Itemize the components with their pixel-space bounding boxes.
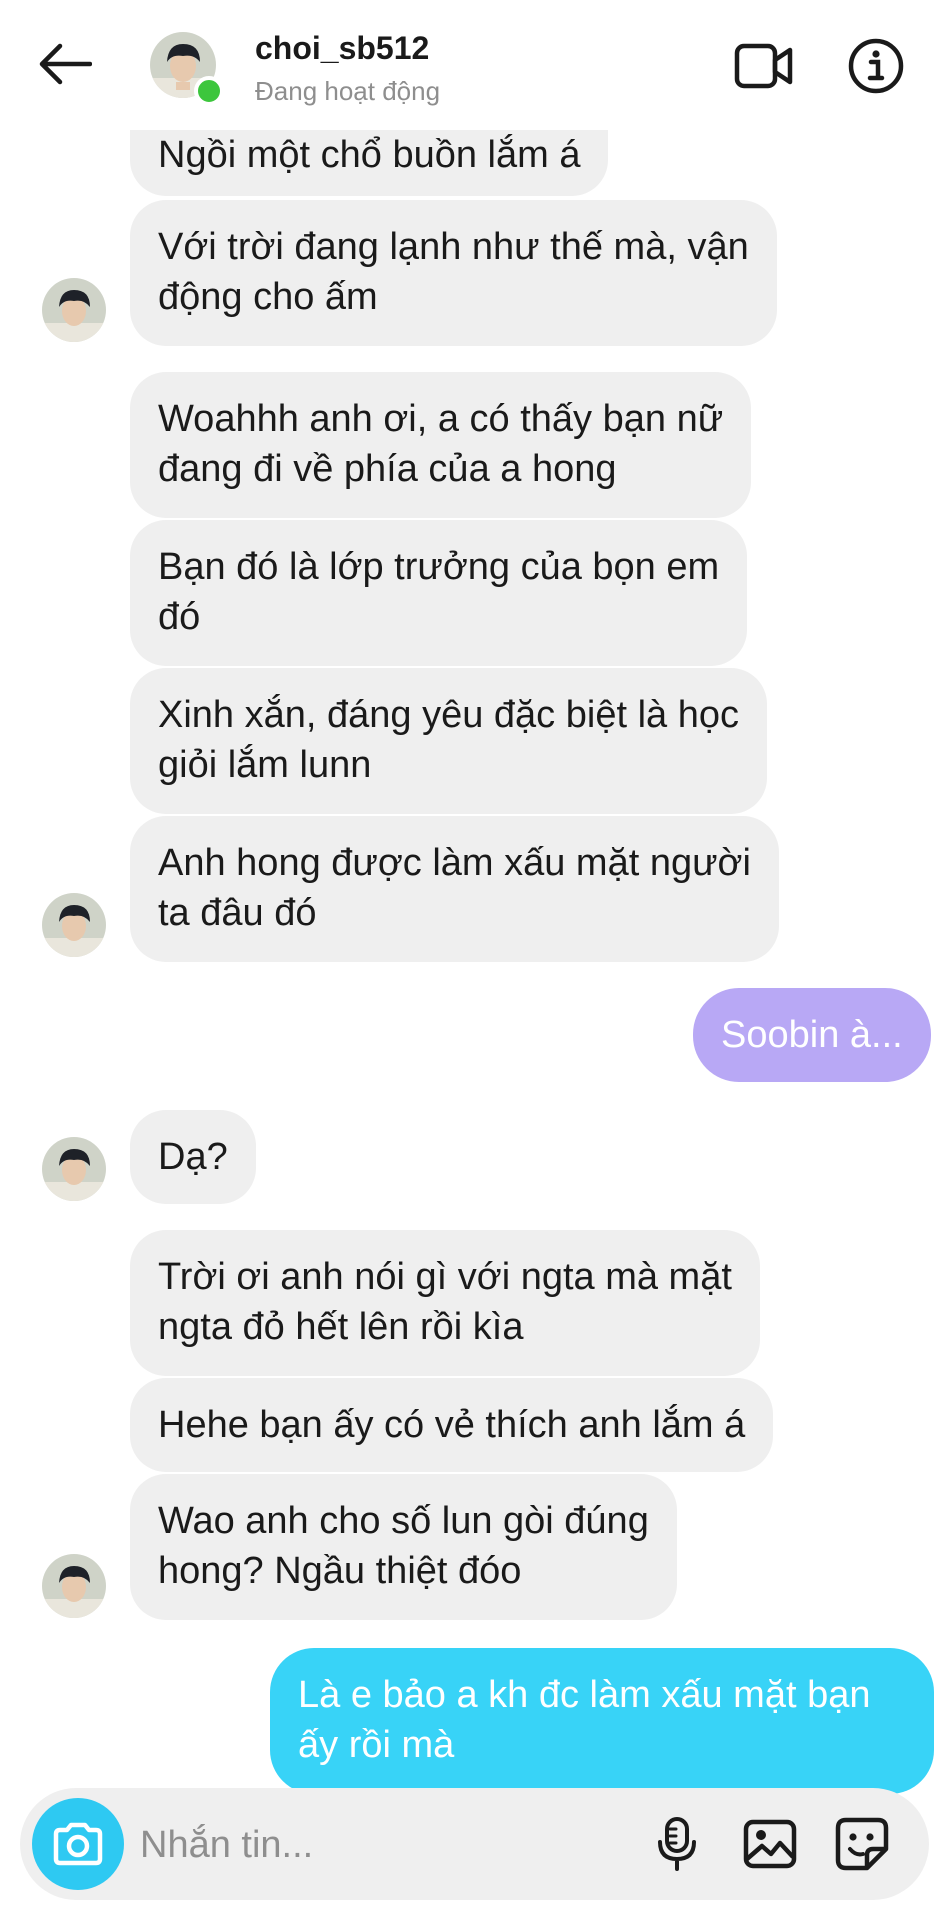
sender-avatar[interactable]: [42, 893, 106, 957]
arrow-left-icon: [39, 43, 92, 85]
contact-username[interactable]: choi_sb512: [255, 30, 429, 67]
camera-icon: [53, 1822, 103, 1866]
chat-header: choi_sb512 Đang hoạt động: [0, 0, 949, 130]
message-bubble[interactable]: Dạ?: [130, 1110, 256, 1204]
back-button[interactable]: [34, 34, 94, 94]
message-input[interactable]: [138, 1814, 622, 1876]
microphone-icon: [658, 1817, 696, 1871]
info-icon: [848, 38, 904, 94]
message-bubble[interactable]: Bạn đó là lớp trưởng của bọn em đó: [130, 520, 748, 666]
message-bubble-outgoing[interactable]: Soobin à...: [693, 988, 931, 1082]
sticker-icon: [835, 1817, 889, 1871]
contact-status: Đang hoạt động: [255, 76, 441, 106]
online-status-dot: [194, 76, 224, 106]
message-bubble[interactable]: Woahhh anh ơi, a có thấy bạn nữ đang đi …: [130, 372, 752, 518]
message-bubble[interactable]: Wao anh cho số lun gòi đúng hong? Ngầu t…: [130, 1474, 677, 1620]
info-button[interactable]: [844, 34, 908, 98]
sender-avatar[interactable]: [42, 278, 106, 342]
message-bubble-outgoing[interactable]: Là e bảo a kh đc làm xấu mặt bạn ấy rồi …: [270, 1648, 934, 1794]
image-gallery-icon: [743, 1819, 797, 1869]
sticker-button[interactable]: [830, 1812, 894, 1876]
message-bubble[interactable]: Trời ơi anh nói gì với ngta mà mặt ngta …: [130, 1230, 760, 1376]
video-call-button[interactable]: [732, 36, 796, 96]
gallery-button[interactable]: [738, 1812, 802, 1876]
sender-avatar[interactable]: [42, 1554, 106, 1618]
message-bubble[interactable]: Hehe bạn ấy có vẻ thích anh lắm á: [130, 1378, 774, 1472]
video-camera-icon: [734, 43, 793, 89]
message-bubble[interactable]: Anh hong được làm xấu mặt người ta đâu đ…: [130, 816, 779, 962]
microphone-button[interactable]: [645, 1812, 709, 1876]
camera-button[interactable]: [32, 1798, 124, 1890]
message-bubble[interactable]: Với trời đang lạnh như thế mà, vận động …: [130, 200, 777, 346]
sender-avatar[interactable]: [42, 1137, 106, 1201]
message-bubble[interactable]: Xinh xắn, đáng yêu đặc biệt là học giỏi …: [130, 668, 767, 814]
